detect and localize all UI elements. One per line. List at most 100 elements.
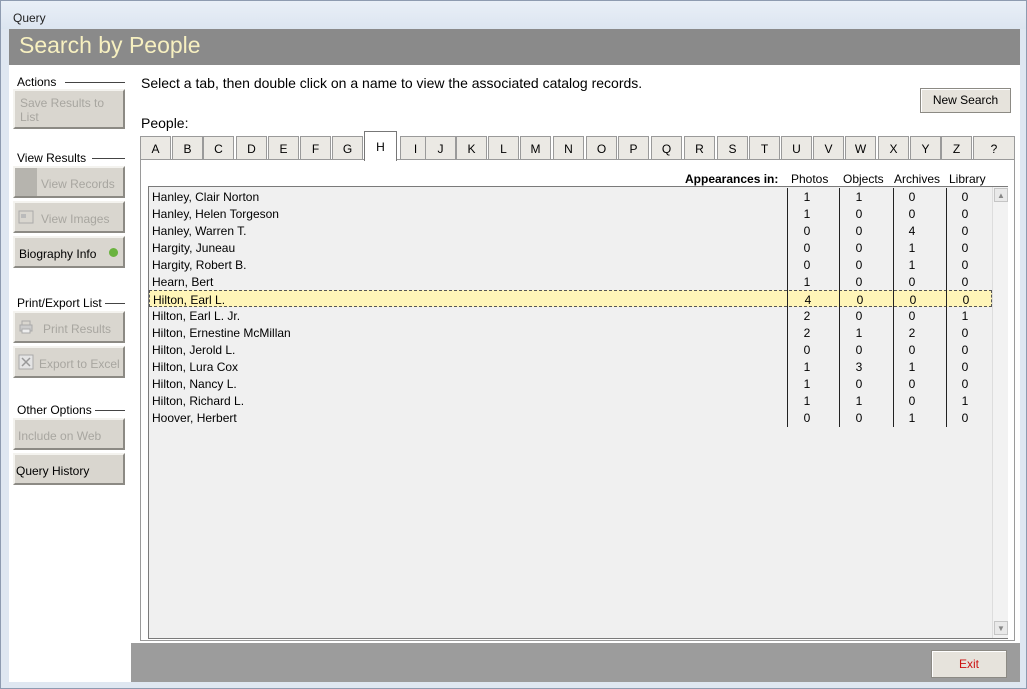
- person-name: Hoover, Herbert: [152, 411, 237, 425]
- tab-q[interactable]: Q: [651, 136, 682, 160]
- photos-count: 0: [803, 343, 811, 357]
- biography-info-button[interactable]: Biography Info: [13, 236, 125, 268]
- tab-e[interactable]: E: [268, 136, 299, 160]
- divider: [92, 158, 125, 159]
- sidebar: Actions Save Results to List View Result…: [9, 65, 131, 682]
- library-count: 0: [961, 224, 969, 238]
- tab-w[interactable]: W: [845, 136, 876, 160]
- library-count: 0: [962, 293, 970, 307]
- list-item[interactable]: Hanley, Clair Norton 1 1 0 0: [149, 188, 992, 205]
- tab-j[interactable]: J: [425, 136, 456, 160]
- tab-l[interactable]: L: [488, 136, 519, 160]
- tab-f[interactable]: F: [300, 136, 331, 160]
- tab-u[interactable]: U: [781, 136, 812, 160]
- library-count: 0: [961, 411, 969, 425]
- column-divider: [839, 188, 840, 427]
- tab-x[interactable]: X: [878, 136, 909, 160]
- people-list[interactable]: Hoover, Herbert 0 0 1 0 Hilton, Richard L. 1 1 0…: [148, 186, 1008, 639]
- list-item[interactable]: Hargity, Robert B. 0 0 1 0: [149, 256, 992, 273]
- list-item[interactable]: Hoover, Herbert 0 0 1 0: [149, 409, 992, 426]
- photos-count: 1: [803, 207, 811, 221]
- library-count: 0: [961, 207, 969, 221]
- group-label-other-options: Other Options: [17, 403, 94, 417]
- instructions-text: Select a tab, then double click on a nam…: [141, 75, 643, 91]
- list-item[interactable]: Hilton, Earl L. 4 0 0 0: [149, 290, 992, 307]
- tab-m[interactable]: M: [520, 136, 551, 160]
- list-item[interactable]: Hanley, Warren T. 0 0 4 0: [149, 222, 992, 239]
- tab-r[interactable]: R: [684, 136, 715, 160]
- export-excel-button[interactable]: Export to Excel: [13, 346, 125, 378]
- photos-count: 1: [803, 377, 811, 391]
- photos-count: 2: [803, 326, 811, 340]
- column-header-photos: Photos: [791, 172, 829, 186]
- tab-b[interactable]: B: [172, 136, 203, 160]
- objects-count: 0: [855, 275, 863, 289]
- person-name: Hilton, Earl L. Jr.: [152, 309, 241, 323]
- objects-count: 1: [855, 394, 863, 408]
- objects-count: 0: [855, 241, 863, 255]
- tab-s[interactable]: S: [717, 136, 748, 160]
- scroll-down-icon[interactable]: ▼: [994, 621, 1008, 635]
- tab-o[interactable]: O: [586, 136, 617, 160]
- list-item[interactable]: Hilton, Jerold L. 0 0 0 0: [149, 341, 992, 358]
- view-images-button[interactable]: View Images: [13, 201, 125, 233]
- tab-y[interactable]: Y: [910, 136, 941, 160]
- tab-v[interactable]: V: [813, 136, 844, 160]
- scroll-up-icon[interactable]: ▲: [994, 188, 1008, 202]
- person-name: Hilton, Lura Cox: [152, 360, 239, 374]
- photos-count: 0: [803, 411, 811, 425]
- archives-count: 0: [908, 275, 916, 289]
- tab-n[interactable]: N: [553, 136, 584, 160]
- tab-h[interactable]: H: [364, 131, 397, 161]
- title-bar: Query: [1, 1, 1026, 29]
- objects-count: 0: [855, 207, 863, 221]
- tab-other[interactable]: ?: [973, 136, 1015, 160]
- objects-count: 0: [855, 411, 863, 425]
- query-history-button[interactable]: Query History: [13, 453, 125, 485]
- tab-k[interactable]: K: [456, 136, 487, 160]
- include-on-web-button[interactable]: Include on Web: [13, 418, 125, 450]
- list-item[interactable]: Hargity, Juneau 0 0 1 0: [149, 239, 992, 256]
- photos-count: 0: [803, 224, 811, 238]
- library-count: 1: [961, 309, 969, 323]
- tab-z[interactable]: Z: [941, 136, 972, 160]
- archives-count: 1: [908, 241, 916, 255]
- list-item[interactable]: Hearn, Bert 1 0 0 0: [149, 273, 992, 290]
- excel-icon: [18, 354, 34, 370]
- list-item[interactable]: Hanley, Helen Torgeson 1 0 0 0: [149, 205, 992, 222]
- list-item[interactable]: Hilton, Ernestine McMillan 2 1 2 0: [149, 324, 992, 341]
- exit-button[interactable]: Exit: [931, 650, 1007, 678]
- library-count: 0: [961, 343, 969, 357]
- save-results-button[interactable]: Save Results to List: [13, 89, 125, 129]
- list-item[interactable]: Hilton, Richard L. 1 1 0 1: [149, 392, 992, 409]
- new-search-button[interactable]: New Search: [920, 88, 1011, 113]
- archives-count: 1: [908, 258, 916, 272]
- tab-d[interactable]: D: [236, 136, 267, 160]
- column-divider: [946, 188, 947, 427]
- photos-count: 1: [803, 190, 811, 204]
- archives-count: 0: [908, 377, 916, 391]
- tab-c[interactable]: C: [203, 136, 234, 160]
- view-records-button[interactable]: View Records: [13, 166, 125, 198]
- biography-info-label: Biography Info: [19, 247, 97, 261]
- vertical-scrollbar[interactable]: ▲ ▼: [992, 187, 1008, 638]
- objects-count: 0: [855, 258, 863, 272]
- list-item[interactable]: Hilton, Lura Cox 1 3 1 0: [149, 358, 992, 375]
- tab-p[interactable]: P: [618, 136, 649, 160]
- records-icon: [15, 168, 37, 196]
- column-header-archives: Archives: [894, 172, 941, 186]
- library-count: 0: [961, 377, 969, 391]
- list-item[interactable]: Hilton, Earl L. Jr. 2 0 0 1: [149, 307, 992, 324]
- person-name: Hilton, Nancy L.: [152, 377, 237, 391]
- tab-g[interactable]: G: [332, 136, 363, 160]
- tab-t[interactable]: T: [749, 136, 780, 160]
- objects-count: 1: [855, 326, 863, 340]
- person-name: Hanley, Warren T.: [152, 224, 247, 238]
- print-results-button[interactable]: Print Results: [13, 311, 125, 343]
- archives-count: 2: [908, 326, 916, 340]
- list-item[interactable]: Hilton, Nancy L. 1 0 0 0: [149, 375, 992, 392]
- save-results-label: Save Results to List: [20, 96, 105, 124]
- tab-a[interactable]: A: [140, 136, 171, 160]
- objects-count: 1: [855, 190, 863, 204]
- image-icon: [18, 210, 34, 224]
